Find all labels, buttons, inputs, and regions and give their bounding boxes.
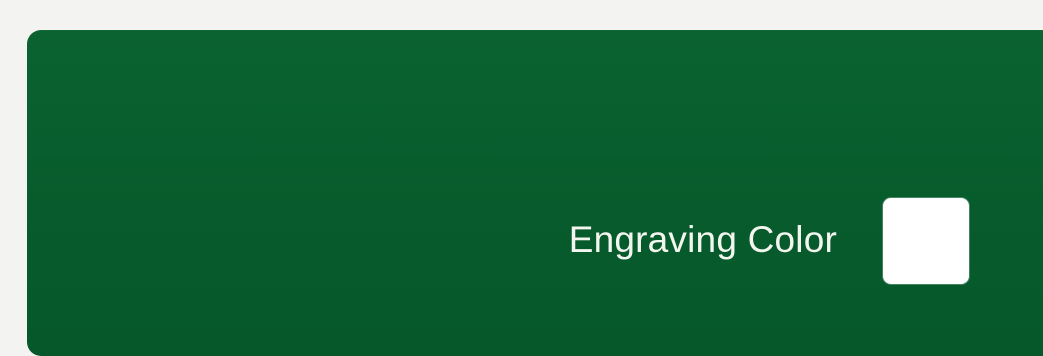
engraving-color-label: Engraving Color <box>568 218 837 260</box>
engraving-color-panel: Engraving Color <box>27 30 1043 356</box>
engraving-color-swatch[interactable] <box>883 198 969 284</box>
engraving-color-screen: Engraving Color <box>0 0 1043 356</box>
engraving-color-control: Engraving Color <box>569 197 969 285</box>
